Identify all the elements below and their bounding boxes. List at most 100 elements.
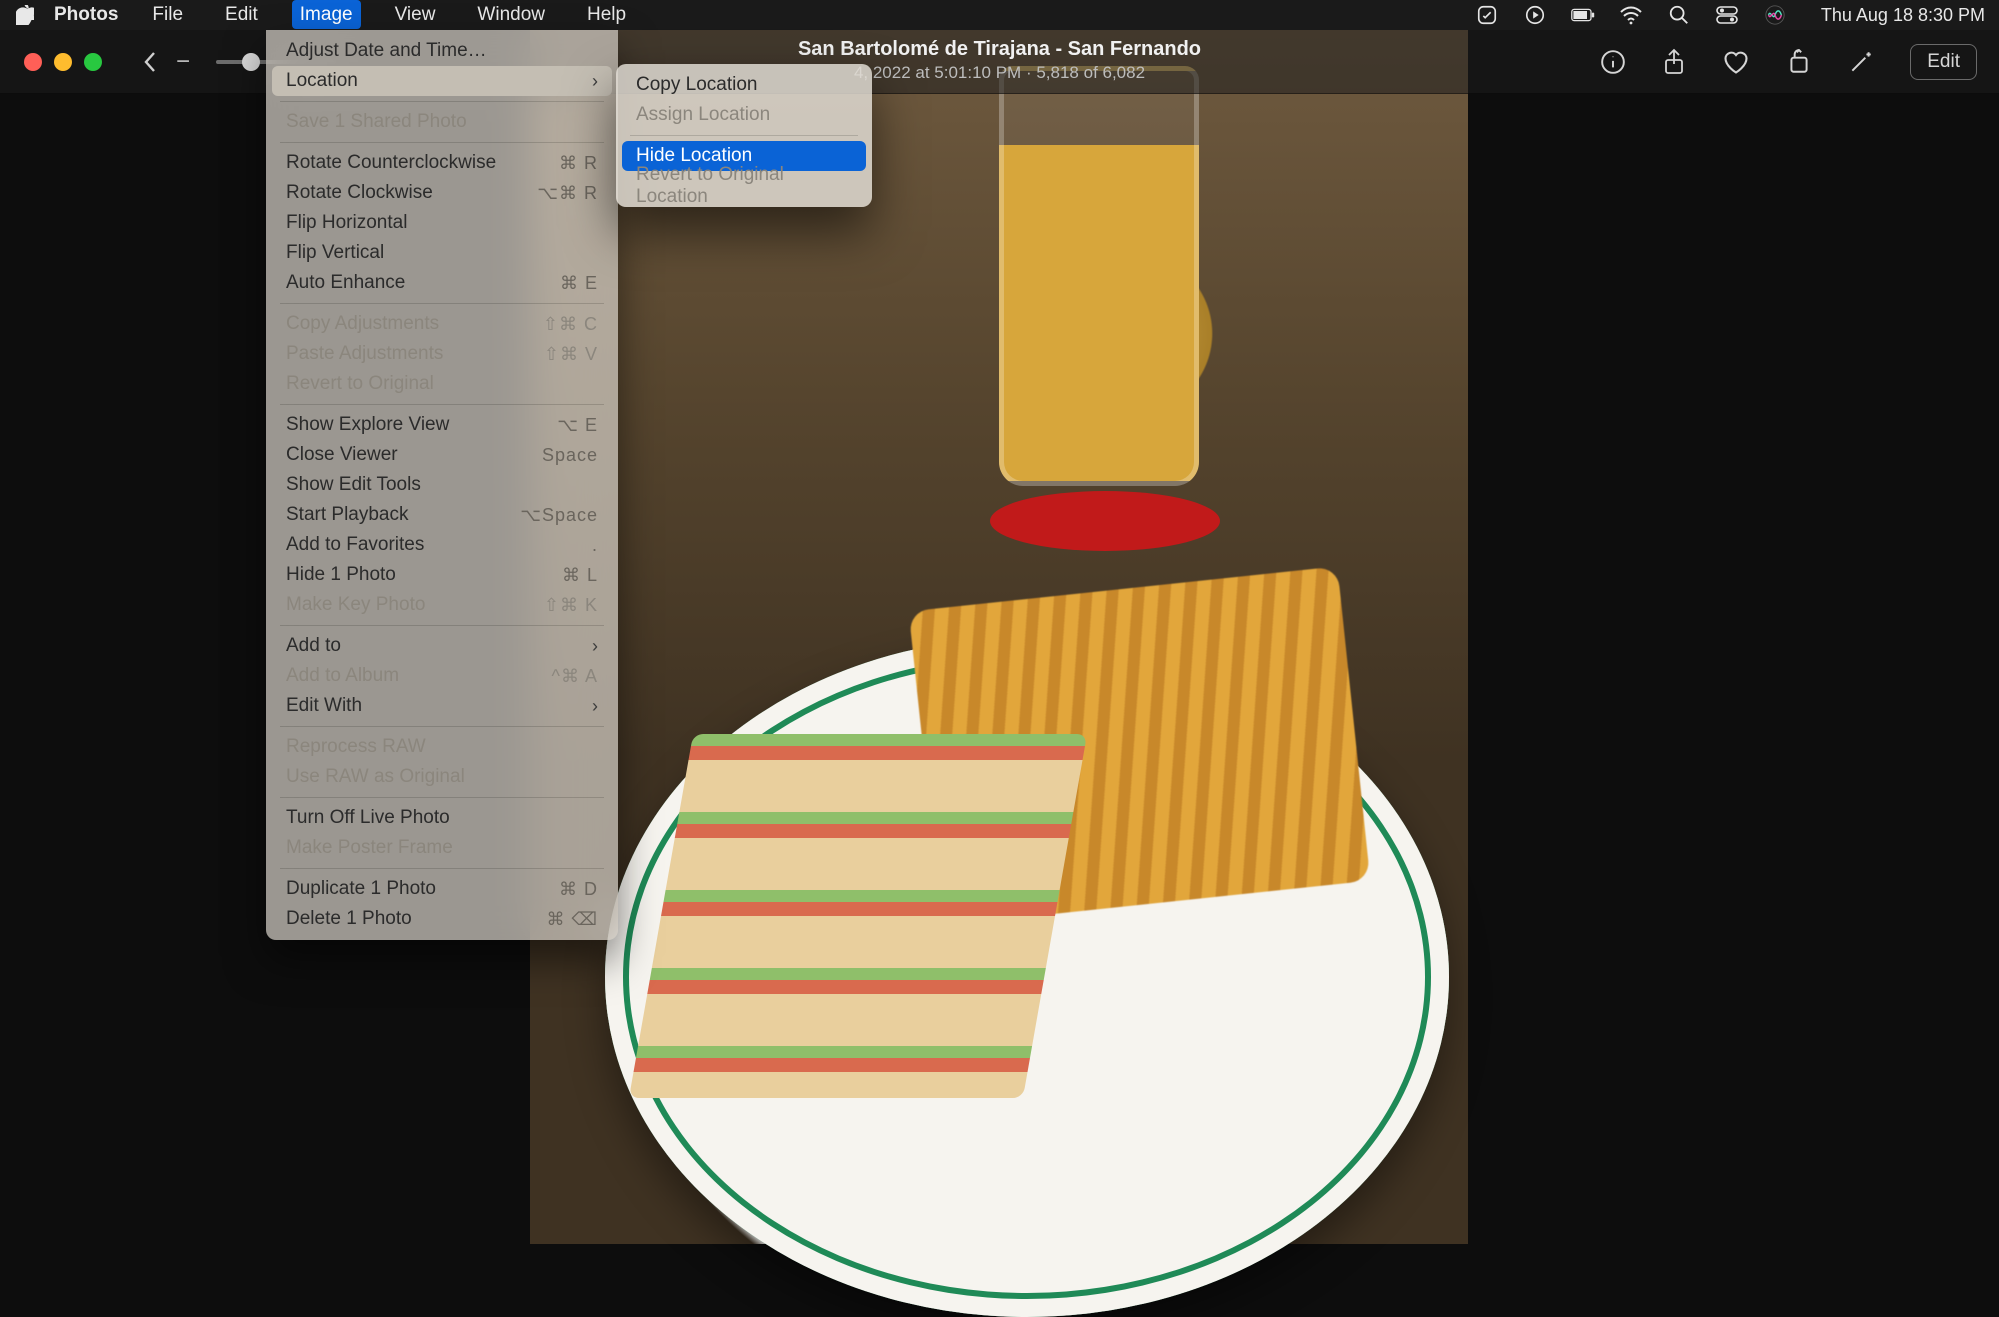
window-zoom-button[interactable]: [84, 53, 102, 71]
menuitem-make-poster-frame: Make Poster Frame: [272, 833, 612, 863]
apple-icon[interactable]: [14, 5, 36, 25]
menuitem-copy-adjustments: Copy Adjustments⇧⌘ C: [272, 309, 612, 339]
menuitem-add-to-favorites[interactable]: Add to Favorites.: [272, 530, 612, 560]
shortcuts-icon[interactable]: [1475, 4, 1499, 26]
menuitem-label: Turn Off Live Photo: [286, 807, 598, 829]
menuitem-shortcut: ⇧⌘ C: [543, 314, 598, 335]
menuitem-shortcut: ⌘ L: [562, 565, 598, 586]
chevron-right-icon: ›: [592, 71, 598, 92]
menuitem-location[interactable]: Location›: [272, 66, 612, 96]
menubar-datetime[interactable]: Thu Aug 18 8:30 PM: [1821, 5, 1985, 26]
menuitem-label: Add to: [286, 635, 592, 657]
favorite-button[interactable]: [1722, 49, 1750, 75]
menuitem-shortcut: Space: [542, 445, 598, 466]
app-name[interactable]: Photos: [54, 4, 118, 26]
menuitem-save-1-shared-photo: Save 1 Shared Photo: [272, 107, 612, 137]
menuitem-show-edit-tools[interactable]: Show Edit Tools: [272, 470, 612, 500]
menuitem-shortcut: ⌥ E: [557, 415, 598, 436]
menuitem-label: Make Key Photo: [286, 594, 544, 616]
menuitem-label: Copy Adjustments: [286, 313, 543, 335]
menuitem-hide-1-photo[interactable]: Hide 1 Photo⌘ L: [272, 560, 612, 590]
menu-view[interactable]: View: [387, 0, 444, 29]
submenuitem-revert-to-original-location: Revert to Original Location: [622, 171, 866, 201]
menuitem-adjust-date-and-time[interactable]: Adjust Date and Time…: [272, 36, 612, 66]
rotate-button[interactable]: [1786, 49, 1812, 75]
menuitem-flip-horizontal[interactable]: Flip Horizontal: [272, 208, 612, 238]
menuitem-close-viewer[interactable]: Close ViewerSpace: [272, 440, 612, 470]
menuitem-label: Duplicate 1 Photo: [286, 878, 559, 900]
edit-button[interactable]: Edit: [1910, 44, 1977, 80]
menuitem-shortcut: ⌘ R: [559, 153, 598, 174]
menu-edit[interactable]: Edit: [217, 0, 266, 29]
menuitem-start-playback[interactable]: Start Playback⌥Space: [272, 500, 612, 530]
submenuitem-copy-location[interactable]: Copy Location: [622, 70, 866, 100]
back-button[interactable]: [142, 50, 158, 74]
menuitem-label: Start Playback: [286, 504, 520, 526]
submenuitem-assign-location: Assign Location: [622, 100, 866, 130]
menuitem-label: Show Explore View: [286, 414, 557, 436]
window-minimize-button[interactable]: [54, 53, 72, 71]
menuitem-delete-1-photo[interactable]: Delete 1 Photo⌘ ⌫: [272, 904, 612, 934]
photo-date: 4, 2022 at 5:01:10 PM: [854, 63, 1021, 82]
menu-help[interactable]: Help: [579, 0, 634, 29]
photo-beer-glass: [999, 66, 1199, 486]
menuitem-label: Flip Horizontal: [286, 212, 598, 234]
menuitem-duplicate-1-photo[interactable]: Duplicate 1 Photo⌘ D: [272, 874, 612, 904]
menuitem-paste-adjustments: Paste Adjustments⇧⌘ V: [272, 339, 612, 369]
control-center-icon[interactable]: [1715, 6, 1739, 24]
photo-content[interactable]: [530, 30, 1468, 1244]
menuitem-shortcut: ^⌘ A: [552, 666, 598, 687]
wifi-icon[interactable]: [1619, 5, 1643, 25]
menuitem-use-raw-as-original: Use RAW as Original: [272, 762, 612, 792]
menuitem-edit-with[interactable]: Edit With›: [272, 691, 612, 721]
menuitem-rotate-counterclockwise[interactable]: Rotate Counterclockwise⌘ R: [272, 148, 612, 178]
zoom-thumb[interactable]: [242, 53, 260, 71]
share-button[interactable]: [1662, 48, 1686, 76]
menuitem-shortcut: .: [592, 535, 598, 556]
menuitem-label: Rotate Clockwise: [286, 182, 537, 204]
submenuitem-label: Revert to Original Location: [636, 164, 852, 208]
menuitem-label: Edit With: [286, 695, 592, 717]
zoom-out-icon[interactable]: −: [176, 48, 190, 76]
image-menu-dropdown: Adjust Date and Time… Location› Save 1 Sha…: [266, 30, 618, 940]
submenuitem-label: Assign Location: [636, 104, 770, 126]
photo-sandwich: [629, 734, 1087, 1098]
spotlight-icon[interactable]: [1667, 4, 1691, 26]
menuitem-label: Flip Vertical: [286, 242, 598, 264]
info-button[interactable]: [1600, 49, 1626, 75]
window-traffic-lights: [24, 53, 102, 71]
submenuitem-label: Copy Location: [636, 74, 757, 96]
battery-icon[interactable]: [1571, 7, 1595, 23]
menuitem-turn-off-live-photo[interactable]: Turn Off Live Photo: [272, 803, 612, 833]
menuitem-label: Rotate Counterclockwise: [286, 152, 559, 174]
menuitem-shortcut: ⌥Space: [520, 505, 598, 526]
siri-icon[interactable]: [1763, 4, 1787, 26]
menuitem-shortcut: ⌥⌘ R: [537, 183, 598, 204]
auto-enhance-button[interactable]: [1848, 49, 1874, 75]
menuitem-shortcut: ⌘ D: [559, 879, 598, 900]
menuitem-label: Adjust Date and Time…: [286, 40, 598, 62]
menuitem-label: Add to Album: [286, 665, 552, 687]
menuitem-flip-vertical[interactable]: Flip Vertical: [272, 238, 612, 268]
menuitem-revert-to-original: Revert to Original: [272, 369, 612, 399]
menu-file[interactable]: File: [144, 0, 191, 29]
menuitem-rotate-clockwise[interactable]: Rotate Clockwise⌥⌘ R: [272, 178, 612, 208]
macos-menubar: Photos File Edit Image View Window Help Thu A…: [0, 0, 1999, 30]
menuitem-show-explore-view[interactable]: Show Explore View⌥ E: [272, 410, 612, 440]
menuitem-auto-enhance[interactable]: Auto Enhance⌘ E: [272, 268, 612, 298]
window-close-button[interactable]: [24, 53, 42, 71]
now-playing-icon[interactable]: [1523, 4, 1547, 26]
location-submenu: Copy LocationAssign LocationHide Locatio…: [616, 64, 872, 207]
menuitem-shortcut: ⇧⌘ K: [544, 595, 598, 616]
menuitem-add-to[interactable]: Add to›: [272, 631, 612, 661]
menuitem-make-key-photo: Make Key Photo⇧⌘ K: [272, 590, 612, 620]
menuitem-label: Make Poster Frame: [286, 837, 598, 859]
menuitem-label: Reprocess RAW: [286, 736, 598, 758]
menuitem-label: Revert to Original: [286, 373, 598, 395]
menu-window[interactable]: Window: [469, 0, 553, 29]
photo-location-title: San Bartolomé de Tirajana - San Fernando: [798, 38, 1201, 61]
menuitem-label: Close Viewer: [286, 444, 542, 466]
menuitem-label: Hide 1 Photo: [286, 564, 562, 586]
menuitem-label: Auto Enhance: [286, 272, 560, 294]
menu-image[interactable]: Image: [292, 0, 361, 29]
